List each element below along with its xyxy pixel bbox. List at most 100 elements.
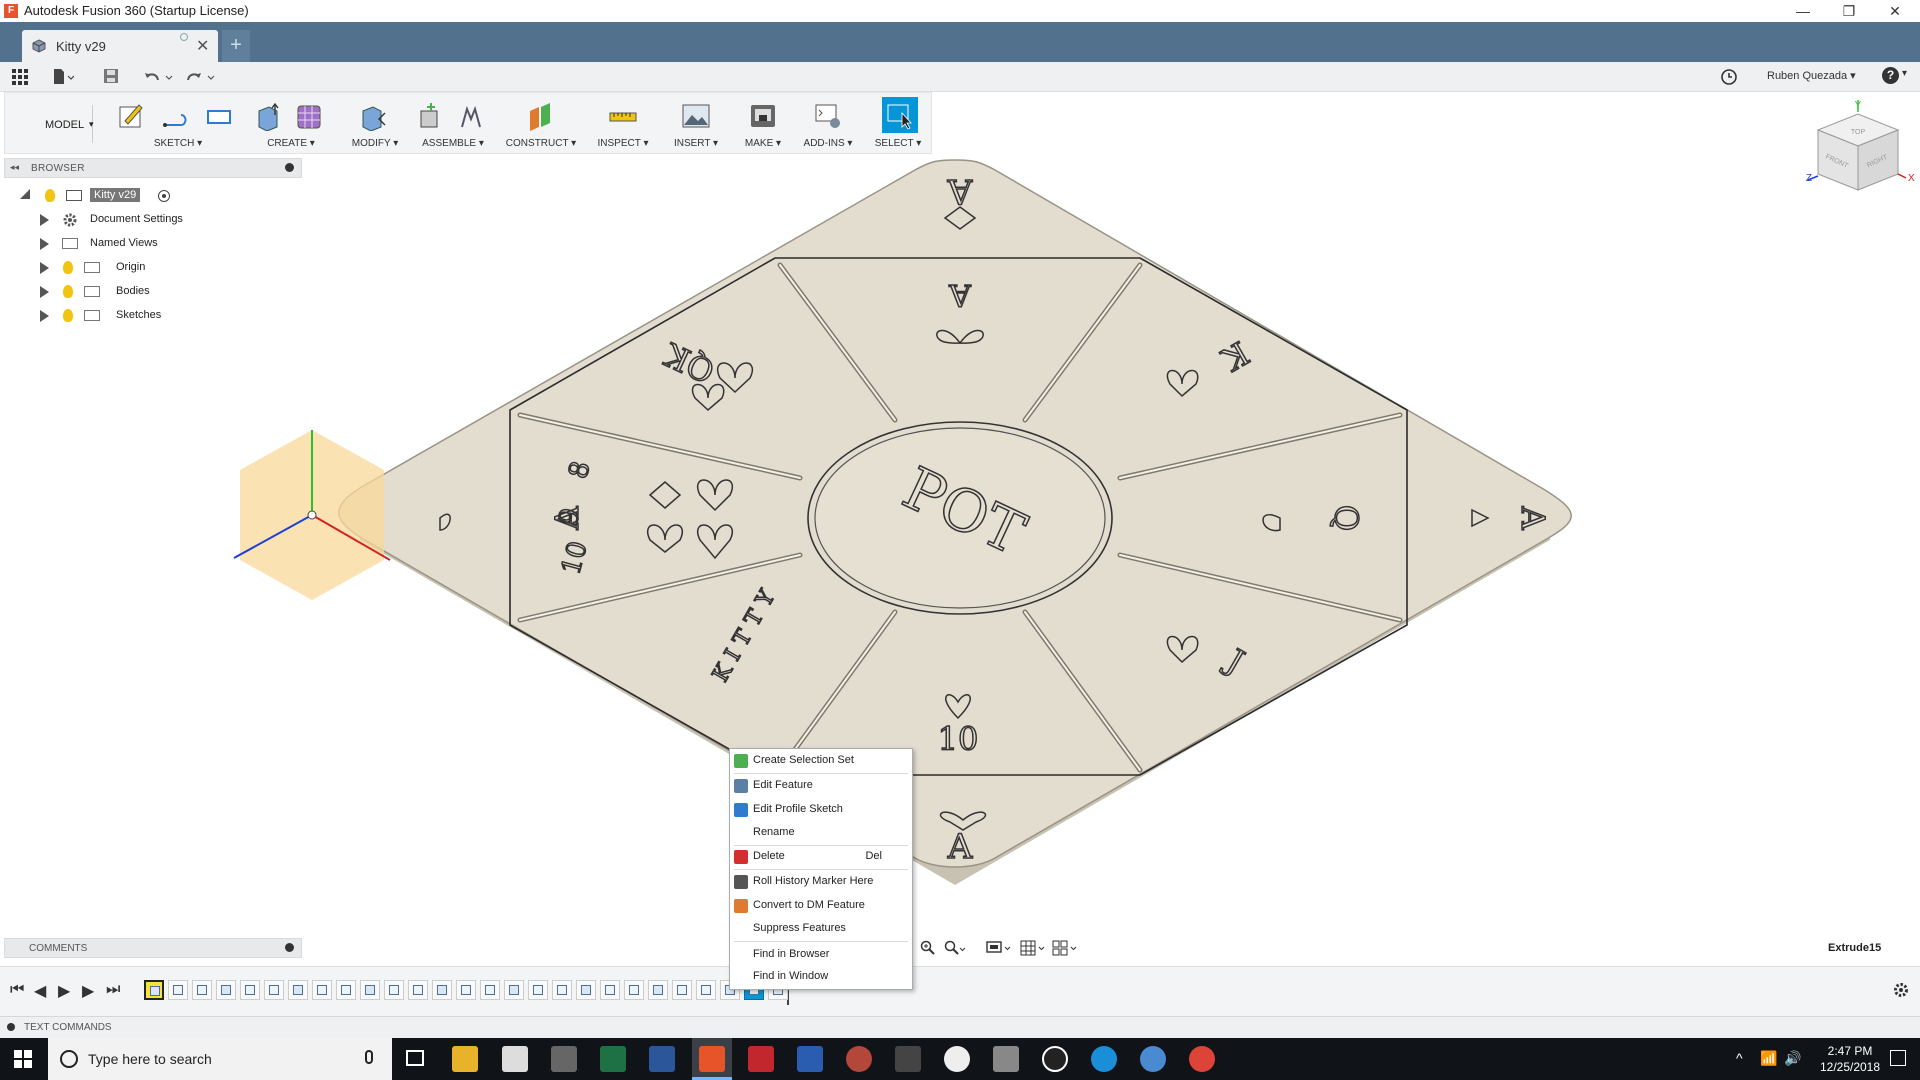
task-view-icon[interactable] xyxy=(406,1050,424,1066)
timeline-feature-icon[interactable] xyxy=(456,980,476,1000)
acrobat-icon[interactable] xyxy=(748,1046,774,1072)
rectangle-tool-icon[interactable] xyxy=(205,101,233,131)
menu-item-delete[interactable]: Delete Del xyxy=(730,846,912,868)
expand-arrow-icon[interactable] xyxy=(40,310,49,322)
wifi-icon[interactable]: 📶 xyxy=(1760,1050,1777,1067)
timeline-feature-icon[interactable] xyxy=(648,980,668,1000)
menu-item-edit-feature[interactable]: Edit Feature xyxy=(730,775,912,797)
view-cube[interactable]: TOP FRONT RIGHT Y Z X xyxy=(1806,100,1915,191)
user-account-menu[interactable]: Ruben Quezada ▾ xyxy=(1767,69,1856,82)
scripts-add-ins-icon[interactable] xyxy=(814,101,842,131)
collapse-browser-icon[interactable]: ◂◂ xyxy=(10,162,19,173)
system-tray-chevron-icon[interactable]: ^ xyxy=(1736,1050,1743,1066)
browser-options-icon[interactable] xyxy=(285,163,294,172)
timeline-next-icon[interactable]: ▶ xyxy=(82,981,94,1001)
browser-item-document-settings[interactable]: Document Settings xyxy=(0,209,300,231)
insert-group[interactable]: INSERT ▾ xyxy=(665,93,727,153)
steam-icon[interactable] xyxy=(944,1046,970,1072)
mail-icon[interactable] xyxy=(502,1046,528,1072)
timeline-feature-icon[interactable] xyxy=(192,980,212,1000)
app-arrow-icon[interactable] xyxy=(895,1046,921,1072)
app-red-hex-icon[interactable] xyxy=(846,1046,872,1072)
create-sketch-icon[interactable] xyxy=(117,101,145,131)
app-globe-icon[interactable] xyxy=(1140,1046,1166,1072)
text-commands-icon[interactable] xyxy=(7,1023,15,1031)
timeline-feature-icon[interactable] xyxy=(432,980,452,1000)
autodesk-a-icon[interactable] xyxy=(1042,1046,1068,1072)
joint-icon[interactable] xyxy=(457,101,485,131)
browser-item-sketches[interactable]: Sketches xyxy=(0,305,300,327)
document-tab[interactable]: Kitty v29 ✕ xyxy=(22,30,218,62)
data-panel-grid-icon[interactable] xyxy=(12,69,28,85)
help-dropdown-chevron-icon[interactable]: ▾ xyxy=(1902,68,1907,79)
timeline-feature-icon[interactable] xyxy=(144,980,164,1000)
timeline-feature-icon[interactable] xyxy=(168,980,188,1000)
taskbar-search-box[interactable]: Type here to search xyxy=(48,1038,392,1080)
select-group[interactable]: SELECT ▾ xyxy=(867,93,929,153)
browser-panel-header[interactable]: ◂◂ BROWSER xyxy=(4,158,302,178)
file-menu-icon[interactable] xyxy=(52,68,74,86)
browser-item-named-views[interactable]: Named Views xyxy=(0,233,300,255)
close-tab-icon[interactable]: ✕ xyxy=(196,36,209,56)
timeline-feature-icon[interactable] xyxy=(696,980,716,1000)
expand-arrow-icon[interactable] xyxy=(40,262,49,274)
new-tab-button[interactable]: + xyxy=(222,30,250,62)
workspace-switcher-button[interactable]: MODEL ▾ xyxy=(13,105,94,143)
browser-item-bodies[interactable]: Bodies xyxy=(0,281,300,303)
timeline-feature-icon[interactable] xyxy=(384,980,404,1000)
timeline-feature-icon[interactable] xyxy=(528,980,548,1000)
expand-arrow-icon[interactable] xyxy=(40,214,49,226)
form-icon[interactable] xyxy=(295,101,323,131)
root-expanded-arrow-icon[interactable] xyxy=(20,189,30,199)
3d-print-icon[interactable] xyxy=(749,101,777,131)
viewports-icon[interactable] xyxy=(1052,940,1078,956)
timeline-settings-gear-icon[interactable] xyxy=(1892,981,1910,999)
file-explorer-icon[interactable] xyxy=(452,1046,478,1072)
menu-item-find-in-window[interactable]: Find in Window xyxy=(730,966,912,988)
close-window-button[interactable]: ✕ xyxy=(1872,0,1918,22)
browser-root-label[interactable]: Kitty v29 xyxy=(90,188,141,202)
comments-panel-header[interactable]: COMMENTS xyxy=(4,938,302,958)
timeline-feature-icon[interactable] xyxy=(216,980,236,1000)
timeline-first-icon[interactable]: ⏮ xyxy=(10,981,24,999)
word-icon[interactable] xyxy=(649,1046,675,1072)
visibility-bulb-icon[interactable] xyxy=(63,285,73,298)
timeline-feature-icon[interactable] xyxy=(576,980,596,1000)
timeline-feature-icon[interactable] xyxy=(600,980,620,1000)
timeline-feature-icon[interactable] xyxy=(336,980,356,1000)
browser-root-row[interactable]: Kitty v29 xyxy=(0,185,300,207)
job-status-clock-icon[interactable] xyxy=(1720,68,1738,86)
timeline-feature-icon[interactable] xyxy=(312,980,332,1000)
timeline-play-icon[interactable]: ▶ xyxy=(58,981,70,1001)
taskbar-clock-date[interactable]: 12/25/2018 xyxy=(1815,1060,1885,1074)
menu-item-rename[interactable]: Rename xyxy=(730,822,912,844)
board-top-face[interactable] xyxy=(338,159,1572,868)
expand-arrow-icon[interactable] xyxy=(40,238,49,250)
root-visibility-bulb-icon[interactable] xyxy=(45,189,55,202)
menu-item-suppress-features[interactable]: Suppress Features xyxy=(730,918,912,940)
inspect-group[interactable]: INSPECT ▾ xyxy=(591,93,655,153)
visibility-bulb-icon[interactable] xyxy=(63,261,73,274)
help-icon[interactable]: ? xyxy=(1882,67,1899,84)
redo-icon[interactable] xyxy=(186,69,216,85)
timeline-feature-icon[interactable] xyxy=(264,980,284,1000)
create-group[interactable]: CREATE ▾ xyxy=(251,93,331,153)
calculator-icon[interactable] xyxy=(551,1046,577,1072)
timeline-feature-icon[interactable] xyxy=(360,980,380,1000)
timeline-feature-icon[interactable] xyxy=(672,980,692,1000)
revit-icon[interactable] xyxy=(797,1046,823,1072)
app-swirl-icon[interactable] xyxy=(993,1046,1019,1072)
save-icon[interactable] xyxy=(103,68,119,84)
microphone-icon[interactable] xyxy=(365,1050,373,1064)
action-center-icon[interactable] xyxy=(1890,1050,1906,1066)
sketch-group[interactable]: SKETCH ▾ xyxy=(113,93,243,153)
add-comment-icon[interactable] xyxy=(285,943,294,952)
extrude-icon[interactable] xyxy=(255,101,283,131)
browser-item-origin[interactable]: Origin xyxy=(0,257,300,279)
origin-point[interactable] xyxy=(307,510,317,520)
construct-group[interactable]: CONSTRUCT ▾ xyxy=(501,93,581,153)
chrome-icon[interactable] xyxy=(1189,1046,1215,1072)
taskbar-clock-time[interactable]: 2:47 PM xyxy=(1815,1044,1885,1058)
timeline-previous-icon[interactable]: ◀ xyxy=(34,981,46,1001)
menu-item-find-in-browser[interactable]: Find in Browser xyxy=(730,944,912,966)
